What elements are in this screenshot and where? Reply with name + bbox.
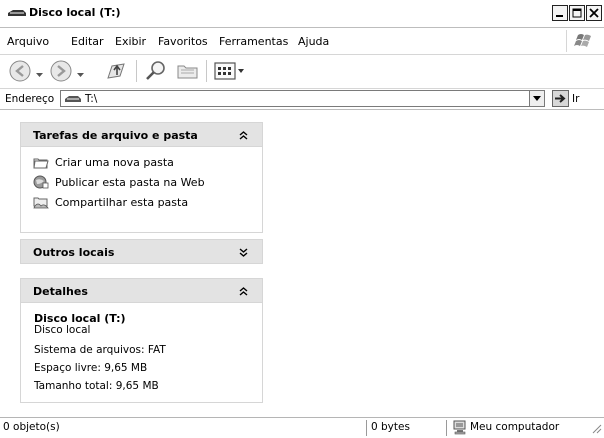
windows-flag-icon — [566, 30, 597, 52]
forward-icon[interactable] — [48, 58, 74, 87]
details-panel: Detalhes Disco local (T:) Disco local Si… — [20, 278, 263, 403]
go-button-label[interactable]: Ir — [572, 93, 579, 105]
back-dropdown-icon[interactable] — [36, 68, 43, 81]
explorer-window: Disco local (T:) Arquivo Editar Exibir F… — [0, 0, 604, 438]
task-label: Compartilhar esta pasta — [55, 195, 189, 209]
drive-icon — [7, 8, 27, 18]
toolbar-separator — [206, 60, 207, 82]
menu-favoritos[interactable]: Favoritos — [158, 35, 208, 48]
menu-editar[interactable]: Editar — [71, 35, 104, 48]
tasks-panel-header[interactable]: Tarefas de arquivo e pasta — [20, 122, 263, 147]
share-folder-icon — [33, 195, 49, 209]
details-panel-title: Detalhes — [33, 285, 88, 298]
title-bar[interactable]: Disco local (T:) — [0, 0, 604, 28]
status-size: 0 bytes — [371, 421, 410, 433]
task-share-folder[interactable]: Compartilhar esta pasta — [33, 193, 188, 211]
file-list-area[interactable] — [278, 110, 604, 416]
status-divider — [366, 420, 367, 436]
details-total-size: Tamanho total: 9,65 MB — [34, 380, 159, 392]
task-label: Publicar esta pasta na Web — [55, 175, 205, 189]
address-value: T:\ — [85, 93, 98, 105]
other-places-title: Outros locais — [33, 246, 115, 259]
status-location: Meu computador — [470, 421, 560, 433]
publish-web-icon — [33, 175, 49, 189]
go-arrow-icon[interactable] — [552, 90, 569, 107]
menu-ajuda[interactable]: Ajuda — [298, 35, 329, 48]
new-folder-icon — [33, 155, 49, 169]
collapse-chevron-icon[interactable] — [239, 130, 248, 143]
address-label: Endereço — [5, 93, 55, 105]
window-title: Disco local (T:) — [29, 6, 121, 19]
expand-chevron-icon[interactable] — [239, 247, 248, 260]
resize-grip-icon[interactable] — [590, 422, 602, 437]
tasks-panel: Tarefas de arquivo e pasta Criar uma nov… — [20, 122, 263, 233]
toolbar-separator — [136, 60, 137, 82]
views-icon[interactable] — [213, 58, 247, 87]
search-icon[interactable] — [143, 58, 169, 87]
maximize-button[interactable] — [569, 5, 585, 21]
status-object-count: 0 objeto(s) — [3, 421, 60, 433]
toolbar — [0, 55, 604, 89]
collapse-chevron-icon[interactable] — [239, 286, 248, 299]
up-folder-icon[interactable] — [104, 58, 130, 87]
address-dropdown-button[interactable] — [529, 91, 544, 106]
other-places-header[interactable]: Outros locais — [20, 239, 263, 264]
details-panel-body: Disco local (T:) Disco local Sistema de … — [20, 303, 263, 403]
address-input[interactable]: T:\ — [60, 90, 545, 107]
menu-ferramentas[interactable]: Ferramentas — [219, 35, 288, 48]
details-filesystem: Sistema de arquivos: FAT — [34, 344, 166, 356]
folders-icon[interactable] — [175, 58, 201, 87]
menu-arquivo[interactable]: Arquivo — [7, 35, 49, 48]
caption-buttons — [552, 5, 602, 22]
status-divider — [446, 420, 447, 436]
tasks-panel-title: Tarefas de arquivo e pasta — [33, 129, 198, 142]
task-new-folder[interactable]: Criar uma nova pasta — [33, 153, 174, 171]
my-computer-icon — [452, 419, 468, 438]
details-free-space: Espaço livre: 9,65 MB — [34, 362, 148, 374]
menu-bar: Arquivo Editar Exibir Favoritos Ferramen… — [0, 28, 604, 55]
task-publish-web[interactable]: Publicar esta pasta na Web — [33, 173, 205, 191]
menu-exibir[interactable]: Exibir — [115, 35, 146, 48]
details-type: Disco local — [34, 324, 91, 336]
drive-icon — [64, 94, 82, 107]
address-bar: Endereço T:\ Ir — [0, 89, 604, 110]
tasks-panel-body: Criar uma nova pasta Publicar esta pasta… — [20, 147, 263, 233]
other-places-panel: Outros locais — [20, 239, 263, 264]
back-icon[interactable] — [8, 58, 34, 87]
close-button[interactable] — [586, 5, 602, 21]
task-label: Criar uma nova pasta — [55, 155, 174, 169]
status-bar: 0 objeto(s) 0 bytes Meu computador — [0, 417, 604, 438]
minimize-button[interactable] — [552, 5, 568, 21]
details-panel-header[interactable]: Detalhes — [20, 278, 263, 303]
forward-dropdown-icon[interactable] — [77, 68, 84, 81]
task-pane: Tarefas de arquivo e pasta Criar uma nov… — [0, 110, 278, 416]
